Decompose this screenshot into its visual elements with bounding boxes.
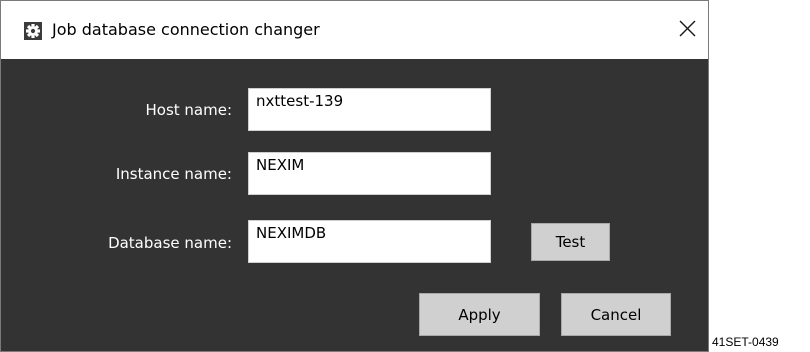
- gear-icon: [24, 22, 42, 40]
- window-title: Job database connection changer: [52, 20, 320, 39]
- host-name-input[interactable]: nxttest-139: [248, 88, 491, 131]
- host-name-label: Host name:: [145, 101, 232, 119]
- test-button[interactable]: Test: [531, 223, 610, 261]
- dialog-body: Host name: nxttest-139 Instance name: NE…: [1, 59, 708, 351]
- apply-button[interactable]: Apply: [419, 293, 540, 336]
- cancel-button[interactable]: Cancel: [561, 293, 671, 336]
- close-button[interactable]: [665, 9, 709, 53]
- title-bar: Job database connection changer: [1, 1, 708, 59]
- database-name-input[interactable]: NEXIMDB: [248, 220, 491, 263]
- database-name-label: Database name:: [108, 234, 232, 252]
- figure-code: 41SET-0439: [712, 335, 779, 349]
- instance-name-input[interactable]: NEXIM: [248, 152, 491, 195]
- instance-name-label: Instance name:: [115, 165, 232, 183]
- close-icon: [679, 20, 696, 42]
- dialog-window: Job database connection changer Host nam…: [0, 0, 709, 352]
